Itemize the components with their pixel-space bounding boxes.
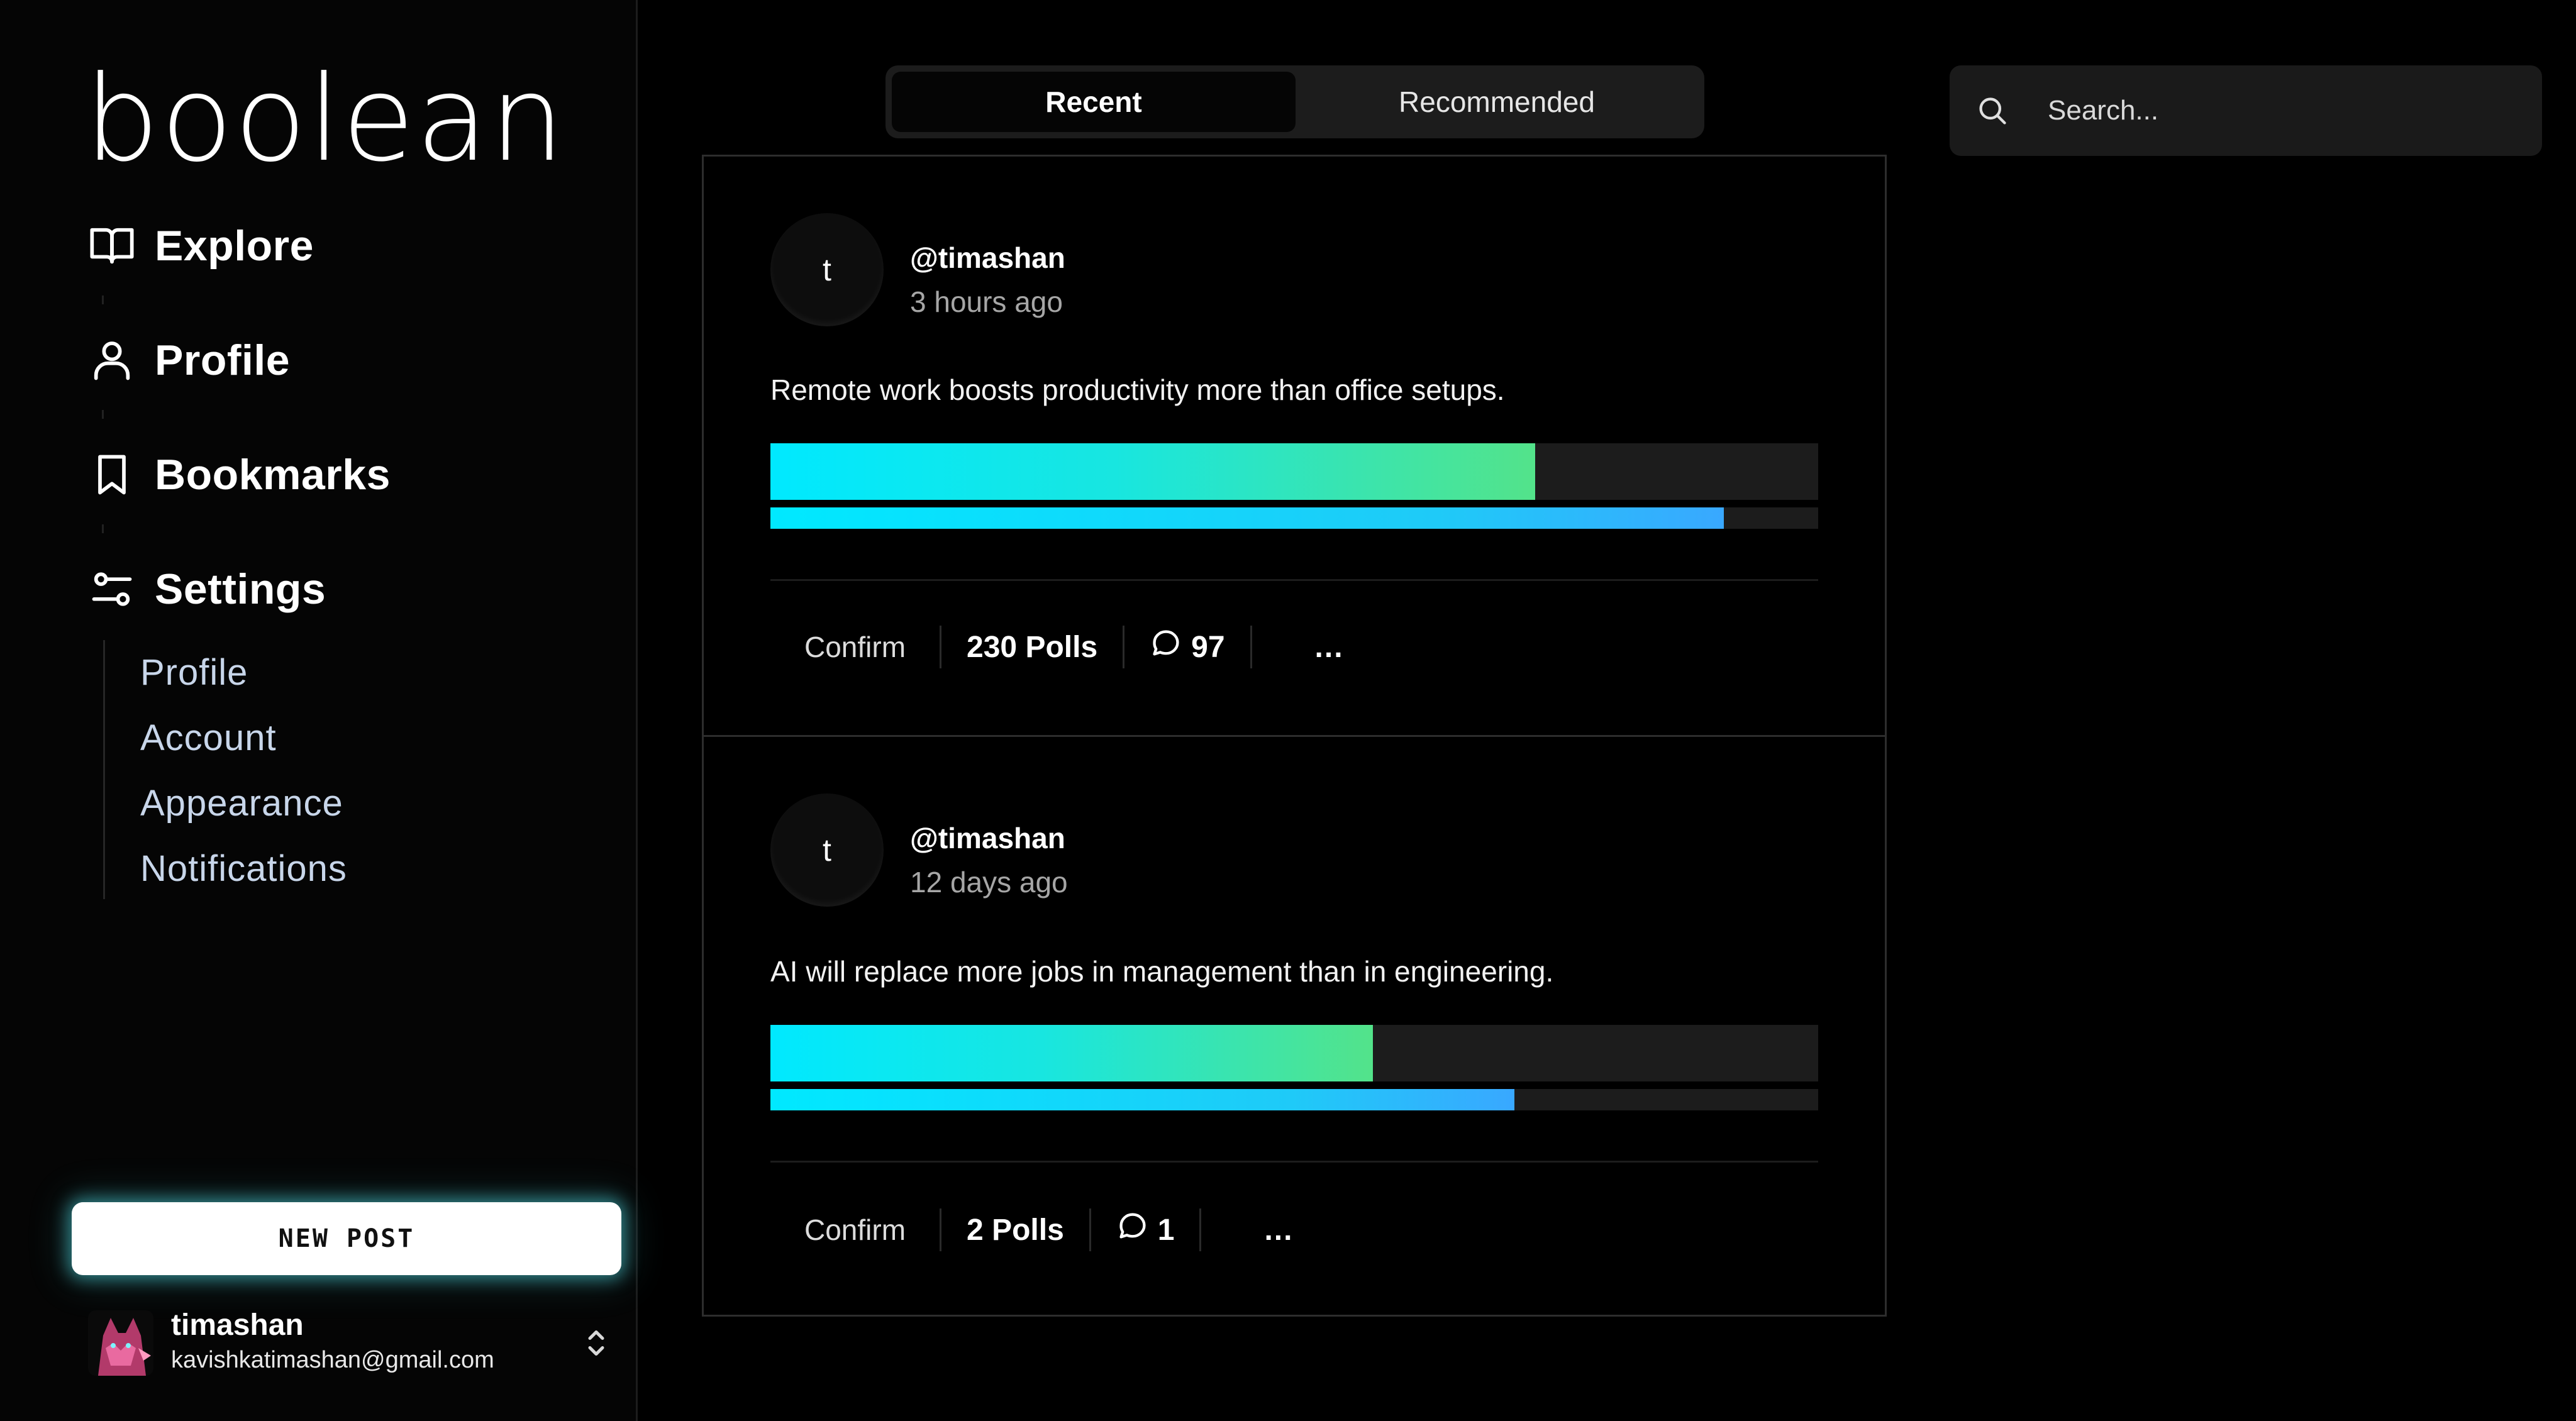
post-actions: Confirm 2 Polls 1 ...: [770, 1198, 1350, 1261]
tab-recommended[interactable]: Recommended: [1296, 72, 1698, 132]
nav-explore-label: Explore: [155, 222, 314, 270]
post-timestamp: 3 hours ago: [910, 285, 1063, 318]
poll-bar-primary-fill: [770, 443, 1536, 500]
poll-bar-secondary[interactable]: [770, 1089, 1818, 1110]
more-options-button[interactable]: ...: [1252, 630, 1401, 665]
settings-subnav: Profile Account Appearance Notifications: [103, 640, 355, 899]
search-input[interactable]: [2048, 84, 2513, 137]
subnav-profile[interactable]: Profile: [140, 651, 248, 694]
nav-bookmarks[interactable]: Bookmarks: [88, 446, 391, 503]
post-avatar[interactable]: t: [770, 793, 884, 907]
nav-explore[interactable]: Explore: [88, 218, 314, 274]
confirm-button[interactable]: Confirm: [770, 1198, 940, 1261]
more-options-button[interactable]: ...: [1201, 1213, 1350, 1247]
user-name: timashan: [171, 1308, 304, 1342]
comments-button[interactable]: 1: [1091, 1210, 1200, 1250]
nav-settings[interactable]: Settings: [88, 561, 326, 617]
poll-count: 230 Polls: [967, 630, 1098, 664]
post-avatar[interactable]: t: [770, 213, 884, 326]
poll-count: 2 Polls: [967, 1213, 1064, 1247]
post-text: AI will replace more jobs in management …: [770, 955, 1554, 988]
user-icon: [88, 336, 136, 384]
nav-separator: [102, 410, 104, 419]
bookmark-icon: [88, 451, 136, 499]
poll-bar-secondary-fill: [770, 1089, 1514, 1110]
post-actions: Confirm 230 Polls 97 ...: [770, 616, 1401, 678]
poll-bar-primary[interactable]: [770, 1025, 1818, 1081]
subnav-appearance[interactable]: Appearance: [140, 782, 343, 824]
poll-bar-primary[interactable]: [770, 443, 1818, 500]
new-post-button[interactable]: NEW POST: [72, 1202, 621, 1275]
tab-recent[interactable]: Recent: [892, 72, 1296, 132]
post-feed: t @timashan 3 hours ago Remote work boos…: [702, 155, 1887, 1317]
book-open-icon: [88, 222, 136, 270]
poll-bar-secondary[interactable]: [770, 507, 1818, 529]
app-root: boolean Explore Profile Bookmarks Settin…: [0, 0, 2576, 1421]
post-username[interactable]: @timashan: [910, 241, 1065, 275]
post-timestamp: 12 days ago: [910, 866, 1068, 898]
avatar: [88, 1310, 153, 1376]
comment-icon: [1116, 1210, 1149, 1250]
nav-profile-label: Profile: [155, 336, 291, 384]
post-username[interactable]: @timashan: [910, 821, 1065, 855]
post-card: t @timashan 3 hours ago Remote work boos…: [704, 157, 1885, 735]
nav-bookmarks-label: Bookmarks: [155, 451, 391, 499]
nav-profile[interactable]: Profile: [88, 332, 290, 389]
comment-count: 97: [1191, 630, 1225, 664]
post-text: Remote work boosts productivity more tha…: [770, 373, 1505, 406]
app-logo[interactable]: boolean: [84, 60, 566, 179]
search-bar: [1950, 65, 2542, 156]
sliders-icon: [88, 565, 136, 613]
post-divider: [770, 579, 1818, 581]
user-email: kavishkatimashan@gmail.com: [171, 1347, 494, 1373]
post-card: t @timashan 12 days ago AI will replace …: [704, 735, 1885, 1313]
comments-button[interactable]: 97: [1124, 627, 1250, 667]
poll-bar-primary-fill: [770, 1025, 1373, 1081]
nav-separator: [102, 296, 104, 304]
subnav-notifications[interactable]: Notifications: [140, 848, 347, 890]
feed-tabs: Recent Recommended: [886, 65, 1704, 138]
search-icon: [1976, 94, 2009, 127]
post-divider: [770, 1161, 1818, 1163]
user-account-switcher[interactable]: timashan kavishkatimashan@gmail.com: [88, 1305, 629, 1381]
confirm-button[interactable]: Confirm: [770, 616, 940, 678]
comment-count: 1: [1157, 1213, 1175, 1247]
comment-icon: [1150, 627, 1182, 667]
nav-settings-label: Settings: [155, 565, 326, 613]
nav-separator: [102, 524, 104, 533]
chevron-up-down-icon[interactable]: [577, 1324, 615, 1362]
sidebar: boolean Explore Profile Bookmarks Settin…: [0, 0, 638, 1421]
subnav-account[interactable]: Account: [140, 717, 277, 759]
poll-bar-secondary-fill: [770, 507, 1724, 529]
